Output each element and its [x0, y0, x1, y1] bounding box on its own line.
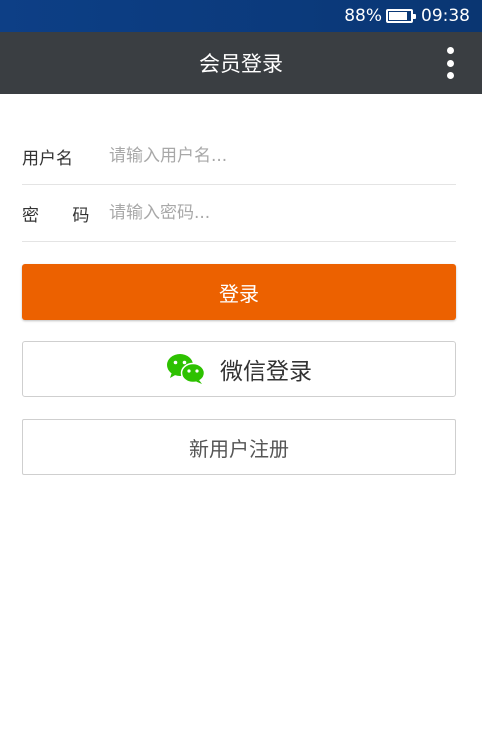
battery-icon [386, 9, 416, 23]
username-row: 用户名 [22, 128, 456, 185]
wechat-login-label: 微信登录 [220, 359, 312, 385]
more-vertical-icon[interactable] [444, 47, 456, 79]
wechat-login-button[interactable]: 微信登录 [22, 341, 456, 397]
app-header: 会员登录 [0, 32, 482, 94]
more-dot [446, 72, 454, 79]
password-input[interactable] [109, 193, 456, 233]
login-form: 用户名 密 码 [22, 128, 456, 242]
password-label: 密 码 [22, 205, 104, 226]
username-label: 用户名 [22, 148, 73, 169]
password-row: 密 码 [22, 185, 456, 242]
login-button-label: 登录 [219, 281, 259, 306]
battery-percent: 88% [344, 6, 382, 26]
page-title: 会员登录 [199, 52, 283, 76]
status-bar: 88% 09:38 [0, 0, 482, 32]
status-time: 09:38 [421, 6, 470, 26]
more-dot [446, 59, 454, 67]
username-input[interactable] [109, 136, 456, 176]
register-button[interactable]: 新用户注册 [22, 419, 456, 475]
register-button-label: 新用户注册 [189, 436, 289, 461]
login-button[interactable]: 登录 [22, 264, 456, 320]
battery-level-fill [389, 12, 408, 20]
more-dot [446, 47, 454, 54]
wechat-icon [167, 354, 206, 384]
